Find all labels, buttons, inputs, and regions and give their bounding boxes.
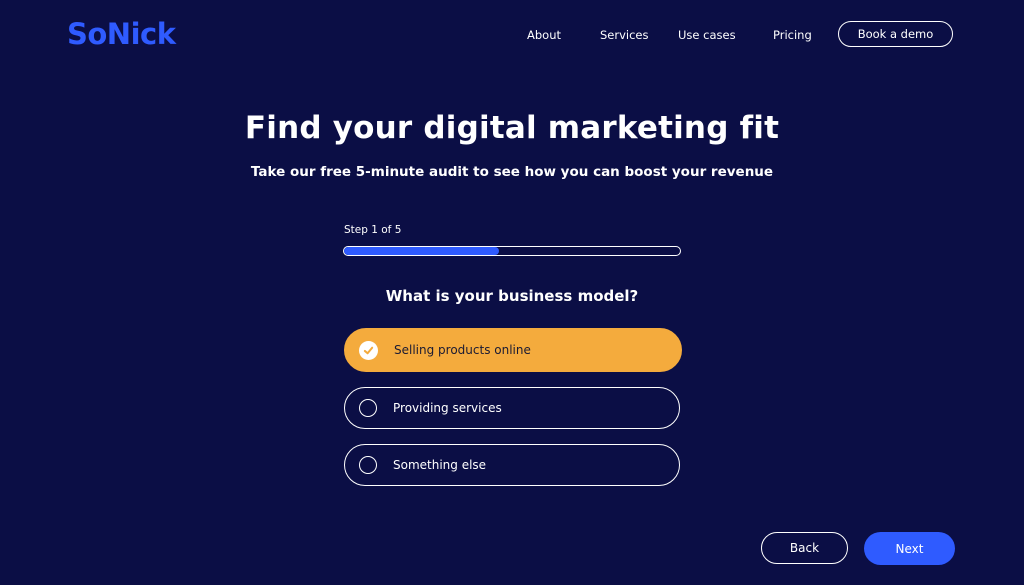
progress-fill: [344, 247, 499, 255]
next-label: Next: [895, 541, 924, 556]
option-label: Providing services: [393, 401, 502, 415]
option-something-else[interactable]: Something else: [344, 444, 680, 486]
nav-about[interactable]: About: [527, 28, 561, 42]
back-button[interactable]: Back: [761, 532, 848, 564]
option-label: Selling products online: [394, 343, 531, 357]
logo[interactable]: SoNick: [67, 17, 176, 51]
nav-services[interactable]: Services: [600, 28, 649, 42]
progress-bar: [343, 246, 681, 256]
question-text: What is your business model?: [385, 287, 639, 305]
page-subtitle: Take our free 5-minute audit to see how …: [250, 164, 774, 180]
back-label: Back: [789, 541, 820, 555]
option-selling-products[interactable]: Selling products online: [344, 328, 682, 372]
checkmark-icon: [359, 340, 378, 360]
page-title: Find your digital marketing fit: [244, 110, 780, 146]
book-demo-label: Book a demo: [857, 27, 934, 41]
nav-pricing[interactable]: Pricing: [773, 28, 812, 42]
next-button[interactable]: Next: [864, 532, 955, 565]
book-demo-button[interactable]: Book a demo: [838, 21, 953, 47]
radio-icon: [359, 399, 377, 417]
radio-icon: [359, 456, 377, 474]
option-label: Something else: [393, 458, 487, 472]
nav-use-cases[interactable]: Use cases: [678, 28, 736, 42]
option-providing-services[interactable]: Providing services: [344, 387, 680, 429]
step-indicator: Step 1 of 5: [344, 224, 402, 236]
